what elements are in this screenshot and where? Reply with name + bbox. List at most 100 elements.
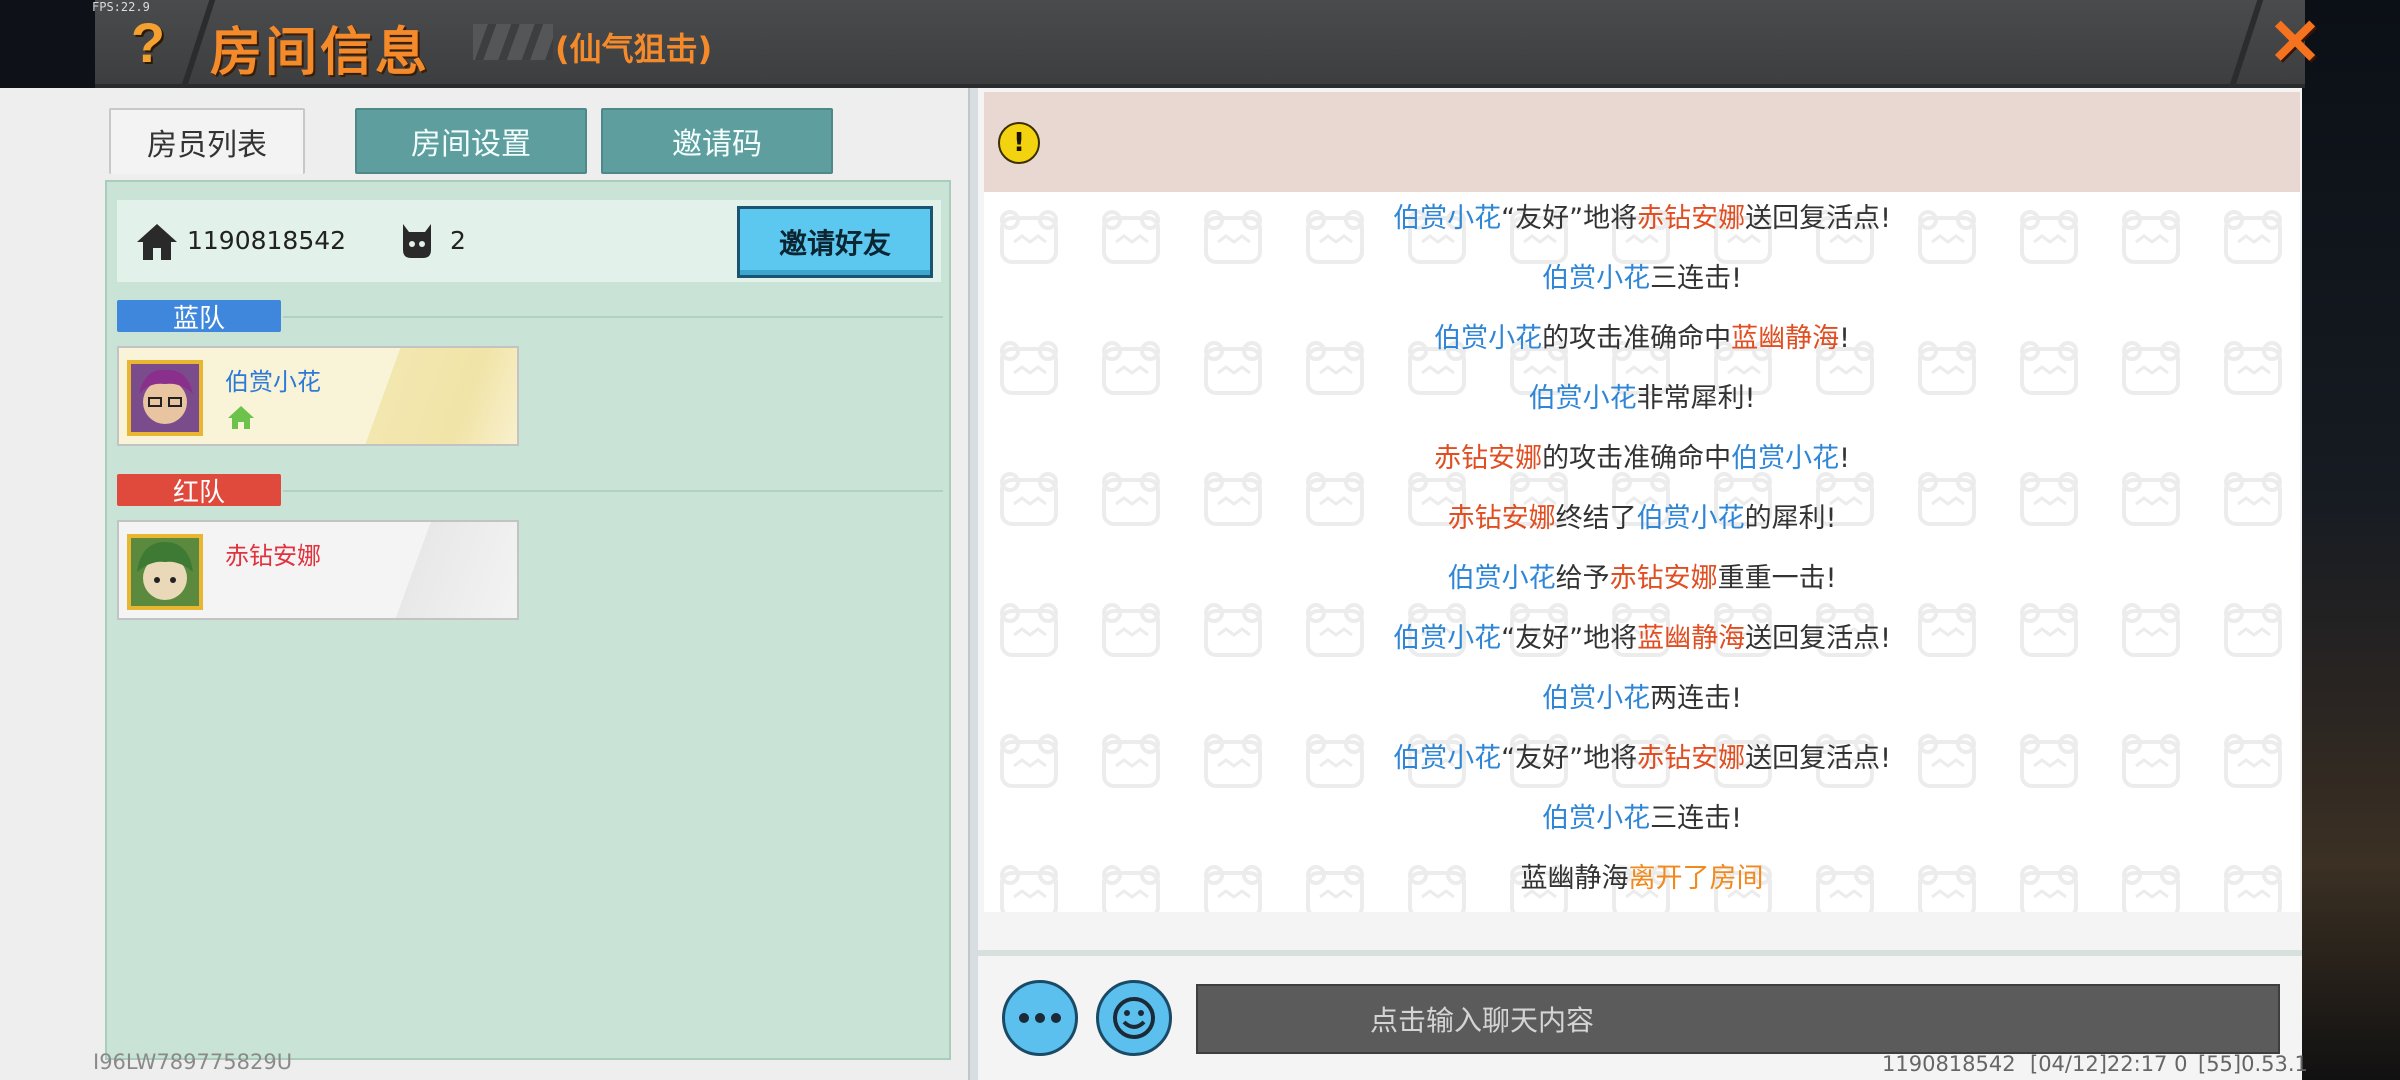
player-name-red: 赤钻安娜 bbox=[1447, 503, 1556, 534]
room-id: 1190818542 bbox=[187, 226, 347, 255]
message-text: 送回复活点! bbox=[1745, 743, 1891, 774]
header-bar: ? 房间信息 (仙气狙击) ✕ bbox=[95, 0, 2322, 88]
message-text: 给予 bbox=[1555, 563, 1610, 594]
game-background-right bbox=[2300, 0, 2400, 1080]
smiley-icon bbox=[1113, 997, 1155, 1039]
message-text: ! bbox=[1839, 323, 1850, 354]
player-count: 2 bbox=[450, 226, 466, 255]
message-text: ! bbox=[1839, 443, 1850, 474]
message-text: 送回复活点! bbox=[1745, 623, 1891, 654]
player-name-blue: 伯赏小花 bbox=[1731, 443, 1840, 474]
chat-message: 伯赏小花“友好”地将赤钻安娜送回复活点! bbox=[984, 196, 2300, 235]
chat-message: 伯赏小花两连击! bbox=[984, 676, 2300, 715]
message-text: “友好”地将 bbox=[1501, 203, 1638, 234]
message-text: 蓝幽静海 bbox=[1520, 863, 1629, 894]
message-text: 重重一击! bbox=[1717, 563, 1837, 594]
avatar bbox=[127, 360, 203, 436]
fps-counter: FPS:22.9 bbox=[92, 0, 150, 14]
player-name-red: 赤钻安娜 bbox=[1637, 743, 1746, 774]
player-name-red: 赤钻安娜 bbox=[1609, 563, 1718, 594]
player-name-blue: 伯赏小花 bbox=[1636, 503, 1745, 534]
avatar bbox=[127, 534, 203, 610]
player-name-blue: 伯赏小花 bbox=[1542, 683, 1651, 714]
chat-input-separator bbox=[978, 950, 2302, 956]
player-name-blue: 伯赏小花 bbox=[1447, 563, 1556, 594]
chat-message-area[interactable]: 伯赏小花“友好”地将赤钻安娜送回复活点! 伯赏小花三连击! 伯赏小花的攻击准确命中蓝… bbox=[984, 192, 2300, 912]
chat-message: 赤钻安娜的攻击准确命中伯赏小花! bbox=[984, 436, 2300, 475]
more-options-button[interactable] bbox=[1002, 980, 1078, 1056]
chat-panel: ! 伯赏小花“友好”地将赤钻安娜送回复活点! 伯赏小花三连击! 伯赏小花的攻击准确命… bbox=[978, 88, 2302, 1080]
member-card[interactable]: 伯赏小花 bbox=[117, 346, 519, 446]
chat-message: 蓝幽静海离开了房间 bbox=[984, 856, 2300, 895]
invite-friends-button[interactable]: 邀请好友 bbox=[737, 206, 933, 278]
chat-message: 伯赏小花三连击! bbox=[984, 796, 2300, 835]
game-mode-subtitle: (仙气狙击) bbox=[555, 30, 713, 68]
member-card[interactable]: 赤钻安娜 bbox=[117, 520, 519, 620]
player-name-red: 赤钻安娜 bbox=[1637, 203, 1746, 234]
message-text: 送回复活点! bbox=[1745, 203, 1891, 234]
tab-room-settings[interactable]: 房间设置 bbox=[355, 108, 587, 174]
device-id: I96LW789775829U bbox=[93, 1050, 293, 1074]
member-name: 赤钻安娜 bbox=[225, 542, 321, 570]
player-name-red: 蓝幽静海 bbox=[1731, 323, 1840, 354]
player-name-red: 蓝幽静海 bbox=[1637, 623, 1746, 654]
message-text: 三连击! bbox=[1650, 263, 1742, 294]
message-text: “友好”地将 bbox=[1501, 623, 1638, 654]
header-separator-right bbox=[2228, 0, 2264, 88]
close-button[interactable]: ✕ bbox=[2265, 4, 2325, 80]
message-text: 三连击! bbox=[1650, 803, 1742, 834]
room-summary-bar: 1190818542 2 邀请好友 bbox=[117, 200, 941, 282]
page-title: 房间信息 bbox=[210, 23, 431, 83]
footer-version: [55]0.53.1 bbox=[2198, 1052, 2308, 1076]
footer-uid: 1190818542 bbox=[1882, 1052, 2016, 1076]
red-team-divider bbox=[283, 490, 943, 492]
player-name-blue: 伯赏小花 bbox=[1393, 203, 1502, 234]
chat-message: 伯赏小花“友好”地将赤钻安娜送回复活点! bbox=[984, 736, 2300, 775]
ellipsis-icon bbox=[1019, 1013, 1061, 1023]
player-name-blue: 伯赏小花 bbox=[1393, 623, 1502, 654]
house-icon bbox=[137, 224, 177, 260]
chat-message: 伯赏小花给予赤钻安娜重重一击! bbox=[984, 556, 2300, 595]
player-count-icon bbox=[403, 224, 431, 258]
player-name-blue: 伯赏小花 bbox=[1542, 803, 1651, 834]
header-decoration bbox=[473, 24, 553, 60]
room-info-panel: 房员列表 房间设置 邀请码 1190818542 2 邀请好友 蓝队 伯赏小花 … bbox=[95, 88, 970, 1080]
player-name-blue: 伯赏小花 bbox=[1542, 263, 1651, 294]
blue-team-label: 蓝队 bbox=[117, 300, 281, 334]
chat-message: 伯赏小花的攻击准确命中蓝幽静海! bbox=[984, 316, 2300, 355]
blue-team-divider bbox=[283, 316, 943, 318]
chat-message: 伯赏小花三连击! bbox=[984, 256, 2300, 295]
panel-divider bbox=[968, 88, 978, 1080]
member-list-container: 1190818542 2 邀请好友 蓝队 伯赏小花 红队 赤钻安娜 bbox=[105, 180, 951, 1060]
player-name-red: 赤钻安娜 bbox=[1434, 443, 1543, 474]
message-text: 终结了 bbox=[1555, 503, 1637, 534]
message-text: 的犀利! bbox=[1744, 503, 1837, 534]
left-margin bbox=[0, 88, 105, 1080]
message-text: “友好”地将 bbox=[1501, 743, 1638, 774]
tab-member-list[interactable]: 房员列表 bbox=[109, 108, 305, 174]
game-background-top-left bbox=[0, 0, 95, 88]
notice-bar: ! bbox=[984, 92, 2300, 192]
player-name-blue: 伯赏小花 bbox=[1528, 383, 1637, 414]
message-text: 非常犀利! bbox=[1636, 383, 1756, 414]
message-text: 的攻击准确命中 bbox=[1542, 443, 1732, 474]
member-name: 伯赏小花 bbox=[225, 368, 321, 396]
question-icon: ? bbox=[130, 10, 166, 74]
host-house-icon bbox=[228, 406, 254, 429]
emoji-button[interactable] bbox=[1096, 980, 1172, 1056]
message-text: 的攻击准确命中 bbox=[1542, 323, 1732, 354]
warning-icon[interactable]: ! bbox=[998, 122, 1040, 164]
chat-message: 赤钻安娜终结了伯赏小花的犀利! bbox=[984, 496, 2300, 535]
player-name-blue: 伯赏小花 bbox=[1393, 743, 1502, 774]
help-button[interactable]: ? bbox=[113, 6, 183, 78]
player-name-blue: 伯赏小花 bbox=[1434, 323, 1543, 354]
red-team-label: 红队 bbox=[117, 474, 281, 508]
close-icon: ✕ bbox=[2268, 5, 2322, 78]
tab-invite-code[interactable]: 邀请码 bbox=[601, 108, 833, 174]
chat-message: 伯赏小花“友好”地将蓝幽静海送回复活点! bbox=[984, 616, 2300, 655]
message-text: 两连击! bbox=[1650, 683, 1742, 714]
chat-input[interactable]: 点击输入聊天内容 bbox=[1196, 984, 2280, 1054]
chat-message: 伯赏小花非常犀利! bbox=[984, 376, 2300, 415]
footer-timestamp: [04/12]22:17 0 bbox=[2030, 1052, 2188, 1076]
message-text: 离开了房间 bbox=[1628, 863, 1764, 894]
